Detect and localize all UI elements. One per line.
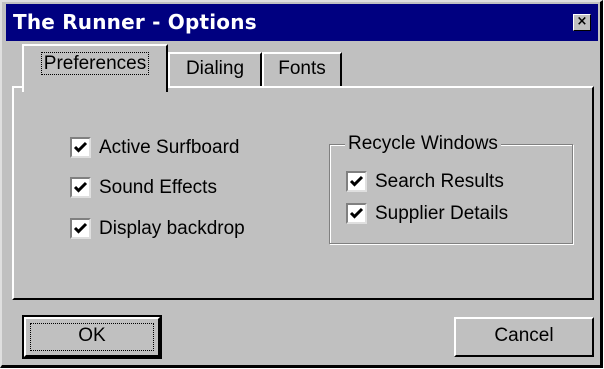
active-surfboard-option[interactable]: Active Surfboard — [70, 135, 290, 161]
tab-dialing-label: Dialing — [185, 58, 245, 79]
supplier-details-checkbox[interactable] — [346, 203, 367, 224]
tab-dialing[interactable]: Dialing — [168, 52, 262, 86]
recycle-windows-title: Recycle Windows — [345, 131, 501, 157]
tab-fonts[interactable]: Fonts — [262, 52, 342, 86]
close-icon: × — [576, 14, 588, 29]
tab-preferences-label: Preferences — [40, 52, 150, 75]
ok-button[interactable]: OK — [22, 315, 162, 359]
active-surfboard-checkbox[interactable] — [70, 137, 91, 158]
sound-effects-checkbox[interactable] — [70, 177, 91, 198]
display-backdrop-label: Display backdrop — [99, 218, 245, 239]
options-dialog: The Runner - Options × Preferences Diali… — [0, 0, 603, 368]
sound-effects-option[interactable]: Sound Effects — [70, 175, 290, 201]
checkmark-icon — [73, 222, 88, 234]
supplier-details-label: Supplier Details — [375, 203, 509, 224]
search-results-checkbox[interactable] — [346, 171, 367, 192]
supplier-details-option[interactable]: Supplier Details — [346, 201, 546, 227]
preferences-panel: Active Surfboard Sound Effects Display b… — [12, 86, 594, 300]
window-title: The Runner - Options — [13, 10, 257, 34]
tab-preferences[interactable]: Preferences — [22, 44, 168, 92]
search-results-option[interactable]: Search Results — [346, 169, 546, 195]
checkmark-icon — [73, 141, 88, 153]
checkmark-icon — [349, 175, 364, 187]
cancel-button-label: Cancel — [494, 325, 554, 346]
sound-effects-label: Sound Effects — [99, 177, 217, 198]
recycle-windows-group: Recycle Windows Search Results Supplier … — [329, 131, 573, 244]
focus-ring — [30, 323, 154, 351]
display-backdrop-checkbox[interactable] — [70, 218, 91, 239]
checkmark-icon — [349, 207, 364, 219]
title-bar[interactable]: The Runner - Options × — [6, 4, 598, 41]
display-backdrop-option[interactable]: Display backdrop — [70, 216, 290, 242]
active-surfboard-label: Active Surfboard — [99, 137, 240, 158]
close-button[interactable]: × — [573, 14, 591, 31]
checkmark-icon — [73, 181, 88, 193]
search-results-label: Search Results — [375, 171, 504, 192]
tab-fonts-label: Fonts — [278, 58, 326, 79]
cancel-button[interactable]: Cancel — [454, 317, 594, 357]
